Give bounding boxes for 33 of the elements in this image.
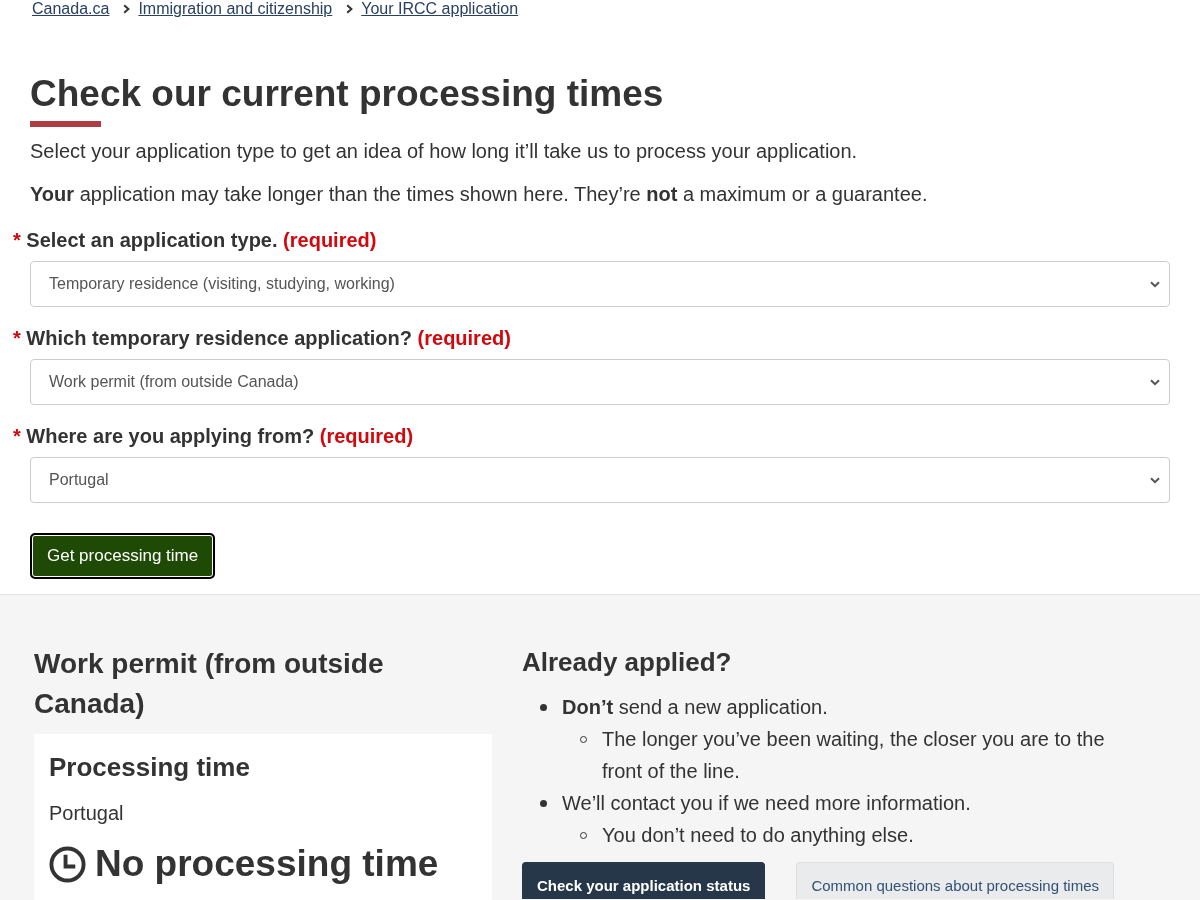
select-field[interactable]: Portugal	[30, 457, 1170, 503]
chevron-down-icon	[1150, 280, 1160, 288]
list-item-text: We’ll contact you if we need more information.	[562, 791, 971, 816]
list-item-text: Don’t send a new application.	[562, 695, 828, 720]
breadcrumb-link[interactable]: Canada.ca	[32, 0, 110, 18]
primary-button[interactable]: Check your application status	[522, 862, 766, 899]
page-title: Check our current processing times	[30, 72, 665, 116]
processing-time-text: No processing time	[95, 842, 439, 886]
breadcrumb-link[interactable]: Immigration and citizenship	[138, 0, 333, 18]
field-label: * Where are you applying from? (required)	[13, 424, 415, 449]
result-title: Work permit (from outside Canada)	[34, 647, 385, 721]
card-heading: Processing time	[49, 751, 251, 784]
field-label: * Which temporary residence application? (required)	[13, 326, 512, 351]
breadcrumb-link[interactable]: Your IRCC application	[361, 0, 519, 18]
bullet-icon	[540, 800, 547, 807]
section-heading: Already applied?	[522, 646, 733, 679]
intro-text: Your application may take longer than the times shown here. They’re not a maximum or a guarantee.	[30, 182, 929, 207]
country-text: Portugal	[49, 801, 125, 826]
clock-icon	[49, 845, 86, 883]
select-field[interactable]: Work permit (from outside Canada)	[30, 359, 1170, 405]
list-item-text: You don’t need to do anything else.	[602, 823, 914, 848]
select-field[interactable]: Temporary residence (visiting, studying, working)	[30, 261, 1170, 307]
chevron-down-icon	[1150, 476, 1160, 484]
bullet-icon	[540, 704, 547, 711]
title-accent-bar	[30, 121, 101, 127]
field-label: * Select an application type. (required)	[13, 228, 378, 253]
chevron-right-icon	[123, 4, 131, 14]
secondary-button[interactable]: Common questions about processing times	[796, 862, 1115, 899]
list-item-text: The longer you’ve been waiting, the closer you are to the front of the line.	[602, 727, 1106, 784]
intro-text: Select your application type to get an idea of how long it’ll take us to process your application.	[30, 139, 859, 164]
submit-button[interactable]: Get processing time	[30, 533, 216, 579]
chevron-right-icon	[346, 4, 354, 14]
chevron-down-icon	[1150, 378, 1160, 386]
